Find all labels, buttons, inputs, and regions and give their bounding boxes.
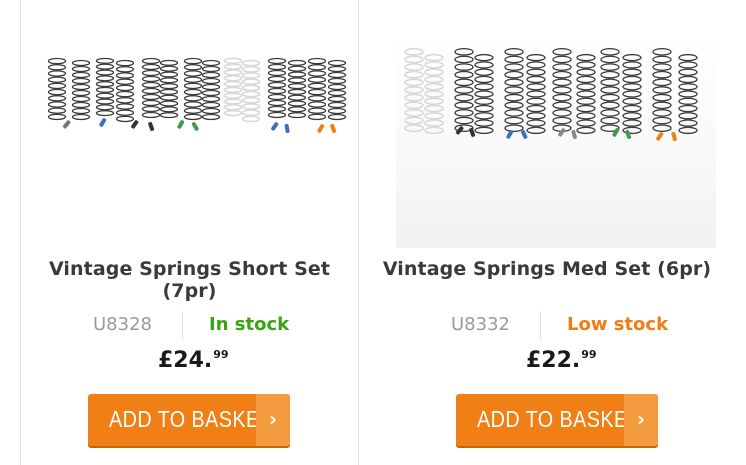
spring-spacer bbox=[612, 128, 620, 137]
spring-coil bbox=[576, 53, 596, 135]
spring-coil bbox=[241, 59, 261, 123]
spring-spacer bbox=[330, 123, 337, 133]
spring-coil bbox=[267, 57, 287, 119]
product-image[interactable] bbox=[29, 40, 349, 170]
spring-coil bbox=[159, 59, 179, 119]
springs-short-set-photo bbox=[47, 57, 347, 134]
add-to-basket-button[interactable]: ADD TO BASKET › bbox=[88, 394, 290, 446]
chevron-right-icon: › bbox=[624, 394, 658, 446]
product-title[interactable]: Vintage Springs Short Set (7pr) bbox=[21, 258, 358, 302]
add-to-basket-label: ADD TO BASKET bbox=[477, 406, 641, 432]
spring-coil bbox=[71, 59, 91, 121]
spring-coil bbox=[600, 47, 620, 133]
spring-spacer bbox=[671, 131, 677, 142]
price-pence: 99 bbox=[213, 348, 229, 361]
add-to-basket-label: ADD TO BASKET bbox=[109, 406, 273, 432]
spring-coil bbox=[307, 57, 327, 121]
spring-coil bbox=[287, 59, 307, 119]
product-meta: U8328 In stock bbox=[21, 311, 358, 339]
stock-status: Low stock bbox=[567, 314, 669, 335]
meta-separator bbox=[182, 311, 183, 339]
price-main: £22. bbox=[526, 348, 581, 373]
product-image[interactable] bbox=[396, 34, 716, 248]
add-to-basket-button[interactable]: ADD TO BASKET › bbox=[456, 394, 658, 446]
springs-med-set-photo bbox=[404, 47, 698, 142]
spring-coil bbox=[141, 57, 161, 119]
spring-coil bbox=[652, 47, 672, 133]
spring-coil bbox=[183, 57, 203, 121]
spring-coil bbox=[115, 59, 135, 123]
product-card-med-set: Vintage Springs Med Set (6pr) U8332 Low … bbox=[359, 0, 746, 465]
spring-coil bbox=[424, 53, 444, 135]
meta-separator bbox=[540, 311, 541, 339]
spring-spacer bbox=[177, 120, 185, 129]
spring-coil bbox=[95, 57, 115, 117]
spring-coil bbox=[552, 47, 572, 133]
product-price: £24.99 bbox=[158, 348, 229, 373]
price-pence: 99 bbox=[581, 348, 597, 361]
spring-spacer bbox=[191, 122, 199, 131]
product-sku: U8332 bbox=[451, 314, 510, 335]
spring-spacer bbox=[317, 124, 325, 133]
spring-coil bbox=[327, 59, 347, 121]
product-title[interactable]: Vintage Springs Med Set (6pr) bbox=[359, 258, 735, 280]
chevron-right-icon: › bbox=[256, 394, 290, 446]
spring-coil bbox=[201, 59, 221, 121]
product-card-short-set: Vintage Springs Short Set (7pr) U8328 In… bbox=[21, 0, 358, 465]
spring-coil bbox=[678, 53, 698, 135]
spring-coil bbox=[526, 53, 546, 135]
product-sku: U8328 bbox=[93, 314, 152, 335]
spring-spacer bbox=[148, 121, 155, 131]
spring-spacer bbox=[506, 130, 514, 139]
spring-spacer bbox=[656, 132, 664, 141]
product-price: £22.99 bbox=[526, 348, 597, 373]
spring-coil bbox=[47, 57, 67, 121]
stock-status: In stock bbox=[209, 314, 290, 335]
spring-spacer bbox=[625, 129, 632, 139]
spring-spacer bbox=[571, 129, 577, 140]
spring-coil bbox=[404, 47, 424, 133]
price-main: £24. bbox=[158, 348, 213, 373]
spring-spacer bbox=[271, 122, 279, 131]
spring-spacer bbox=[469, 127, 476, 137]
spring-spacer bbox=[99, 118, 107, 127]
spring-spacer bbox=[62, 120, 71, 129]
spring-coil bbox=[223, 57, 243, 117]
spring-spacer bbox=[558, 128, 566, 137]
spring-coil bbox=[504, 47, 524, 133]
product-meta: U8332 Low stock bbox=[359, 311, 746, 339]
spring-spacer bbox=[284, 123, 290, 134]
spring-coil bbox=[454, 47, 474, 133]
spring-coil bbox=[474, 53, 494, 135]
spring-coil bbox=[622, 53, 642, 135]
